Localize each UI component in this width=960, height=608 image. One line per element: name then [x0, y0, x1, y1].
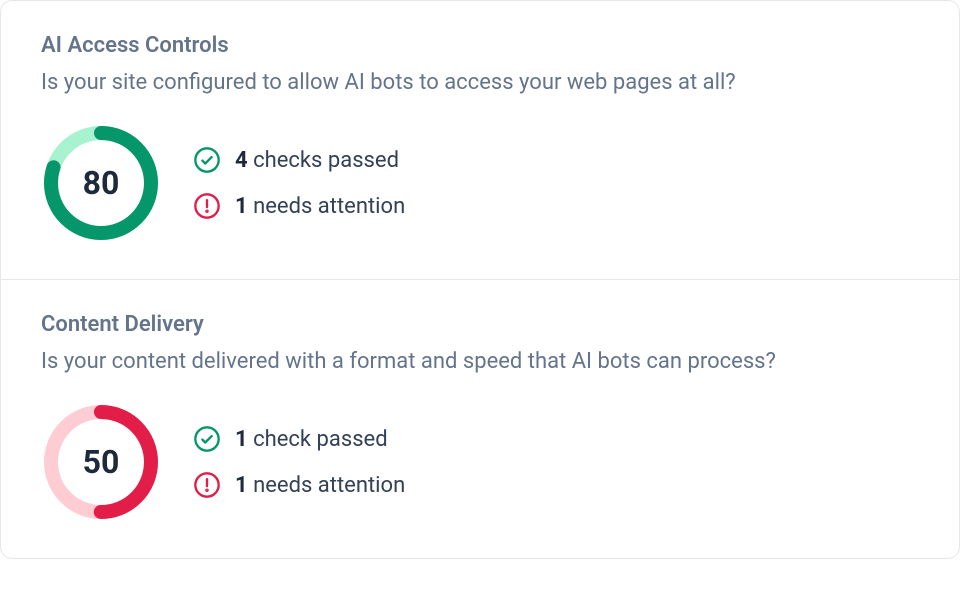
section-ai-access-controls: AI Access Controls Is your site configur…	[1, 1, 959, 279]
check-circle-icon	[193, 425, 221, 453]
score-donut: 50	[41, 402, 161, 522]
section-title: AI Access Controls	[41, 33, 919, 58]
check-circle-icon	[193, 146, 221, 174]
alert-circle-icon	[193, 192, 221, 220]
checks-attention-item: 1 needs attention	[193, 192, 405, 220]
score-value: 50	[83, 443, 120, 481]
stats-row: 50 1 check passed	[41, 402, 919, 522]
score-value: 80	[83, 164, 120, 202]
section-description: Is your content delivered with a format …	[41, 349, 919, 374]
checks-list: 4 checks passed 1 needs attenti	[193, 146, 405, 220]
alert-circle-icon	[193, 471, 221, 499]
score-donut: 80	[41, 123, 161, 243]
checks-attention-text: 1 needs attention	[235, 194, 405, 219]
checks-passed-text: 1 check passed	[235, 427, 388, 452]
report-card: AI Access Controls Is your site configur…	[0, 0, 960, 559]
checks-passed-item: 4 checks passed	[193, 146, 405, 174]
section-content-delivery: Content Delivery Is your content deliver…	[1, 279, 959, 558]
checks-attention-text: 1 needs attention	[235, 473, 405, 498]
stats-row: 80 4 checks passed	[41, 123, 919, 243]
section-description: Is your site configured to allow AI bots…	[41, 70, 919, 95]
checks-passed-text: 4 checks passed	[235, 148, 399, 173]
checks-passed-item: 1 check passed	[193, 425, 405, 453]
checks-list: 1 check passed 1 needs attentio	[193, 425, 405, 499]
section-title: Content Delivery	[41, 312, 919, 337]
checks-attention-item: 1 needs attention	[193, 471, 405, 499]
